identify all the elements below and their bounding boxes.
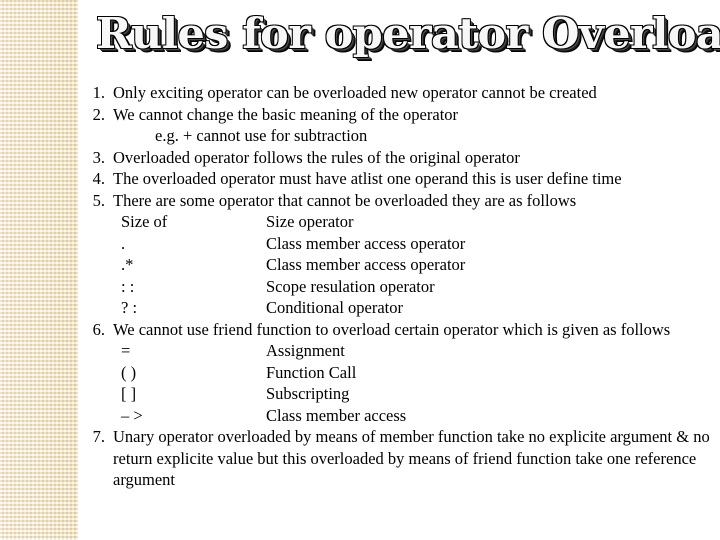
operator-description: Subscripting: [266, 384, 350, 403]
presentation-slide: Rules for operator Overloading 1. Only e…: [0, 0, 720, 540]
list-item: 6. We cannot use friend function to over…: [79, 319, 711, 341]
list-item-number: 5.: [92, 190, 105, 210]
list-item-text: There are some operator that cannot be o…: [113, 190, 577, 210]
list-item-number: 7.: [92, 427, 105, 446]
operator-description: Assignment: [266, 341, 345, 360]
operator-symbol: : :: [121, 276, 135, 296]
operator-description: Conditional operator: [266, 298, 404, 317]
list-item-text: We cannot change the basic meaning of th…: [113, 104, 459, 124]
operator-symbol: ( ): [121, 362, 137, 382]
list-item: 5. There are some operator that cannot b…: [79, 190, 711, 212]
table-row: .* Class member access operator: [121, 254, 465, 276]
operator-description: Function Call: [266, 362, 357, 382]
rules-list: 1. Only exciting operator can be overloa…: [79, 82, 711, 491]
list-item: 2. We cannot change the basic meaning of…: [79, 104, 711, 147]
slide-decorative-sidebar: [0, 0, 78, 540]
operator-symbol: ? :: [121, 298, 138, 317]
list-item-number: 3.: [92, 147, 105, 167]
list-item-text: The overloaded operator must have atlist…: [113, 169, 622, 188]
list-item: 7. Unary operator overloaded by means of…: [79, 426, 711, 491]
friend-restricted-operator-table: = Assignment ( ) Function Call [ ] Subsc…: [121, 340, 406, 426]
operator-description: Scope resulation operator: [266, 276, 435, 296]
list-item: 1. Only exciting operator can be overloa…: [79, 82, 711, 104]
operator-description: Class member access operator: [266, 233, 466, 253]
list-item-text: Overloaded operator follows the rules of…: [113, 147, 520, 167]
list-item-number: 6.: [92, 319, 105, 339]
operator-symbol: – >: [121, 405, 143, 425]
slide-title-container: Rules for operator Overloading: [96, 8, 720, 68]
list-item-number: 2.: [92, 104, 105, 124]
list-item-text: We cannot use friend function to overloa…: [113, 319, 671, 339]
table-row: ( ) Function Call: [121, 362, 406, 384]
list-item-text: Only exciting operator can be overloaded…: [113, 83, 597, 102]
table-row: [ ] Subscripting: [121, 383, 406, 405]
list-item-example: e.g. + cannot use for subtraction: [155, 126, 368, 145]
list-item-text: Unary operator overloaded by means of me…: [113, 427, 710, 489]
list-item-number: 4.: [92, 169, 105, 188]
page-title: Rules for operator Overloading: [96, 9, 720, 58]
list-item: 3. Overloaded operator follows the rules…: [79, 147, 711, 169]
operator-description: Class member access: [266, 405, 407, 425]
table-row: ? : Conditional operator: [121, 297, 465, 319]
table-row: Size of Size operator: [121, 211, 465, 233]
table-row: : : Scope resulation operator: [121, 276, 465, 298]
operator-symbol: =: [121, 341, 131, 360]
table-row: – > Class member access: [121, 405, 406, 427]
operator-description: Class member access operator: [266, 255, 466, 274]
table-row: = Assignment: [121, 340, 406, 362]
list-item: 4. The overloaded operator must have atl…: [79, 168, 711, 190]
non-overloadable-operator-table: Size of Size operator . Class member acc…: [121, 211, 465, 319]
operator-symbol: Size of: [121, 212, 168, 231]
operator-symbol: [ ]: [121, 384, 137, 403]
operator-symbol: .*: [121, 255, 134, 274]
operator-description: Size operator: [266, 212, 354, 231]
list-item-number: 1.: [92, 83, 105, 102]
table-row: . Class member access operator: [121, 233, 465, 255]
operator-symbol: .: [121, 233, 126, 253]
